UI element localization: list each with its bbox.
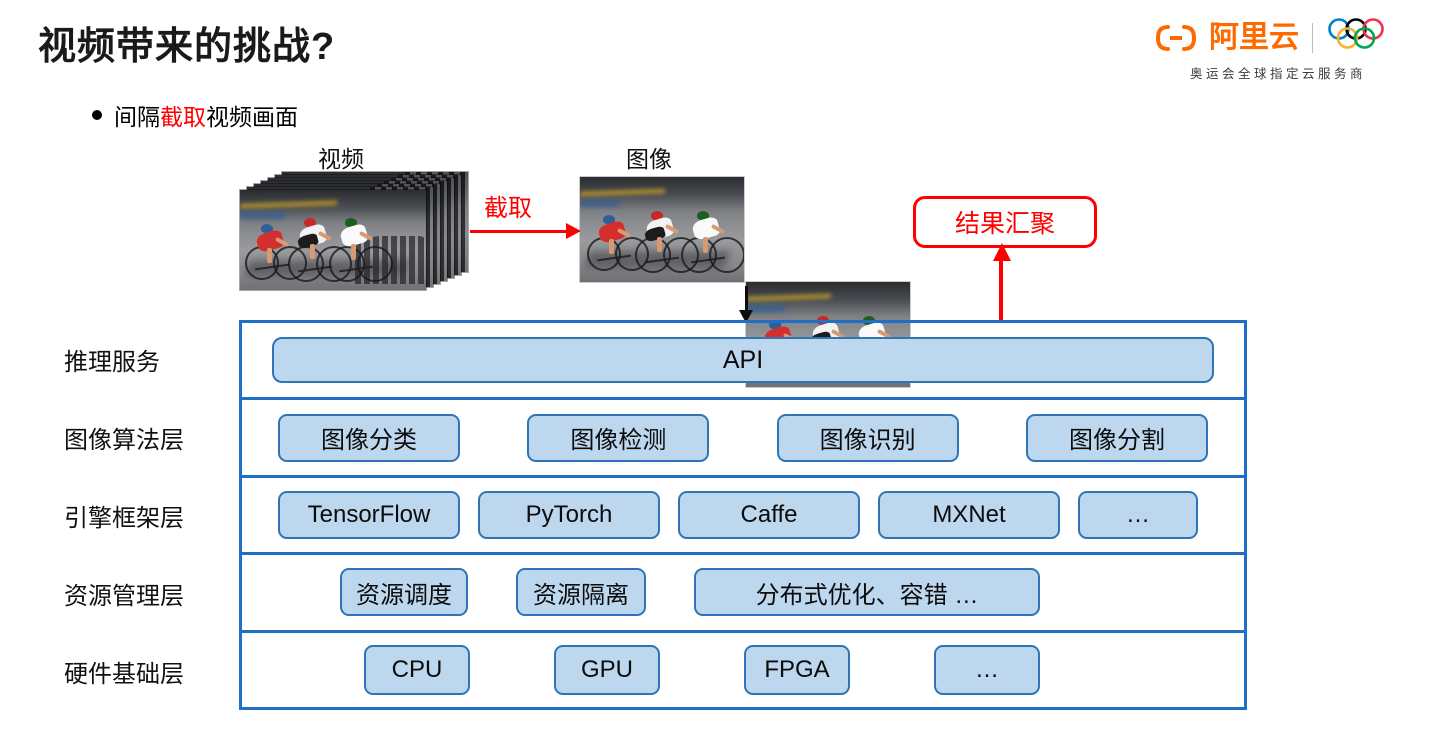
logo-row: 阿里云 <box>1156 18 1400 57</box>
stack-row-hardware: CPU GPU FPGA … <box>242 633 1244 707</box>
chip-gpu[interactable]: GPU <box>554 644 660 695</box>
layer-label-framework: 引擎框架层 <box>64 504 184 532</box>
chip-distributed-optimization[interactable]: 分布式优化、容错 … <box>694 568 1040 617</box>
chip-resource-isolation[interactable]: 资源隔离 <box>516 568 646 617</box>
bullet-text-suffix: 视频画面 <box>206 104 298 130</box>
stack-row-resource: 资源调度 资源隔离 分布式优化、容错 … <box>242 555 1244 633</box>
video-frame-stack <box>240 172 468 290</box>
bullet-dot-icon <box>92 110 102 120</box>
brand-logo: 阿里云 奥运会全球指定云服务商 <box>1156 18 1400 82</box>
cut-arrow-head-icon <box>566 223 581 239</box>
page-title: 视频带来的挑战? <box>38 26 336 68</box>
bullet-line: 间隔 截取 视频画面 <box>92 98 298 132</box>
chip-cpu[interactable]: CPU <box>364 644 470 695</box>
chip-tensorflow[interactable]: TensorFlow <box>278 491 460 540</box>
down-arrow-icon <box>739 286 755 324</box>
aggregate-callout: 结果汇聚 <box>913 196 1097 248</box>
aggregate-up-arrow-icon <box>993 243 1011 321</box>
cut-arrow-group: 截取 <box>470 190 582 250</box>
layer-label-hardware: 硬件基础层 <box>64 660 184 688</box>
chip-pytorch[interactable]: PyTorch <box>478 491 660 540</box>
stack-row-framework: TensorFlow PyTorch Caffe MXNet … <box>242 478 1244 556</box>
chip-image-detection[interactable]: 图像检测 <box>527 413 710 462</box>
layer-label-resource: 资源管理层 <box>64 582 184 610</box>
bullet-text-highlight: 截取 <box>160 104 206 130</box>
video-caption: 视频 <box>318 146 364 172</box>
chip-api[interactable]: API <box>272 337 1214 384</box>
stack-row-algorithm: 图像分类 图像检测 图像识别 图像分割 <box>242 400 1244 478</box>
architecture-stack: API 图像分类 图像检测 图像识别 图像分割 TensorFlow PyTor… <box>239 320 1247 710</box>
brand-tagline: 奥运会全球指定云服务商 <box>1189 67 1366 81</box>
chip-mxnet[interactable]: MXNet <box>878 491 1060 540</box>
chip-image-classification[interactable]: 图像分类 <box>278 413 460 462</box>
bullet-text-prefix: 间隔 <box>114 104 160 130</box>
chip-hardware-more[interactable]: … <box>934 644 1040 695</box>
stack-row-inference: API <box>242 323 1244 401</box>
chip-caffe[interactable]: Caffe <box>678 491 860 540</box>
logo-divider <box>1312 22 1313 53</box>
chip-resource-scheduling[interactable]: 资源调度 <box>340 568 468 617</box>
chip-image-recognition[interactable]: 图像识别 <box>776 413 959 462</box>
cut-arrow-shaft <box>470 230 568 233</box>
video-front-frame <box>240 190 426 290</box>
layer-label-algorithm: 图像算法层 <box>64 426 184 454</box>
chip-image-segmentation[interactable]: 图像分割 <box>1025 413 1208 462</box>
olympic-rings-icon <box>1326 18 1400 57</box>
cut-label: 截取 <box>484 195 532 222</box>
chip-framework-more[interactable]: … <box>1078 491 1198 540</box>
chip-fpga[interactable]: FPGA <box>744 644 850 695</box>
extracted-frame <box>580 177 744 282</box>
image-caption: 图像 <box>626 146 672 172</box>
layer-label-inference: 推理服务 <box>64 348 160 376</box>
layer-label-column: 推理服务 图像算法层 引擎框架层 资源管理层 硬件基础层 <box>64 320 234 710</box>
brand-name: 阿里云 <box>1209 20 1299 54</box>
alibaba-cloud-mark-icon <box>1156 24 1196 51</box>
